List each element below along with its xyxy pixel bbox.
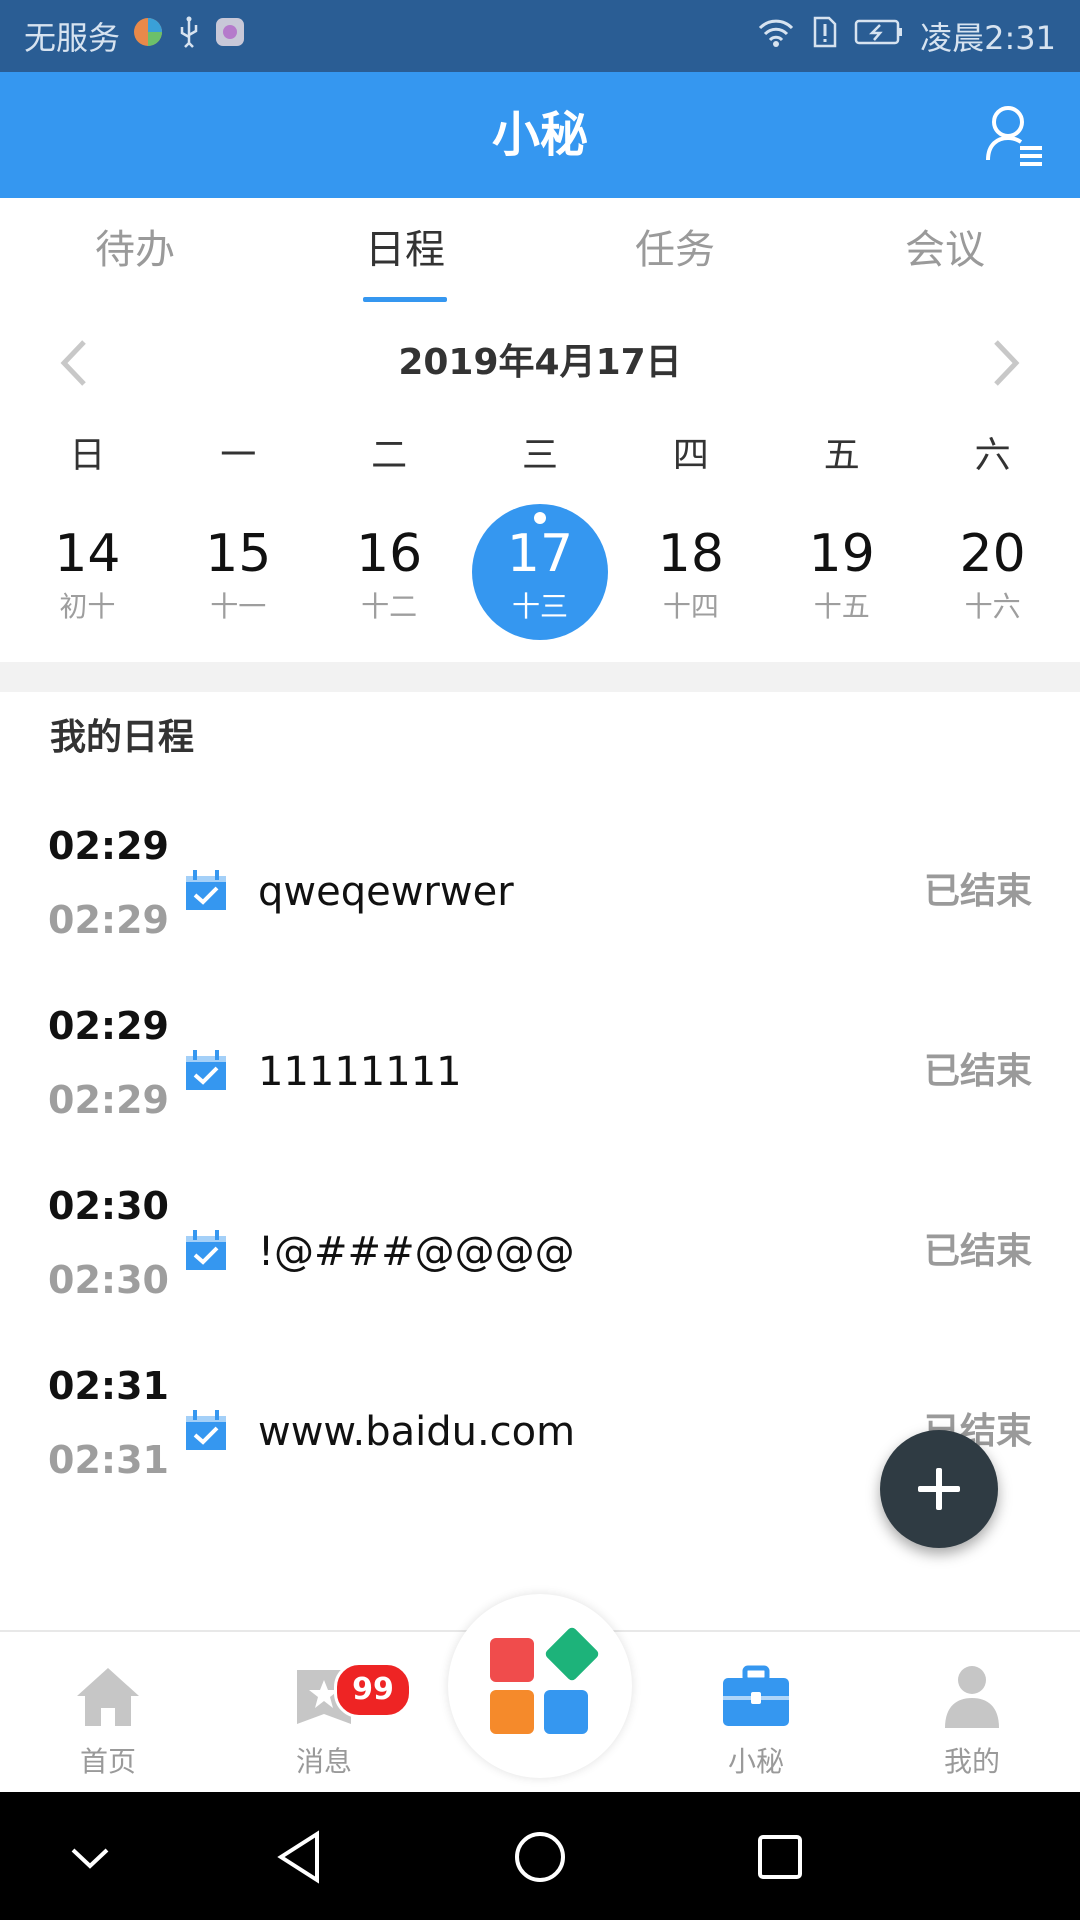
end-time: 02:29	[48, 898, 169, 942]
app-bar: 小秘	[0, 72, 1080, 198]
chevron-left-icon[interactable]	[50, 336, 104, 390]
lunar-date: 十五	[813, 590, 870, 623]
back-icon[interactable]	[265, 1822, 335, 1892]
calendar-header: 2019年4月17日	[0, 330, 1080, 396]
tab-bar: 待办 日程 任务 会议	[0, 198, 1080, 302]
day-cell-19[interactable]: 19 十五	[766, 500, 917, 648]
calendar-check-icon	[184, 1410, 228, 1452]
system-nav-bar	[0, 1792, 1080, 1920]
apps-grid-icon	[490, 1627, 599, 1734]
calendar-check-icon	[184, 1050, 228, 1092]
nav-home[interactable]: 首页	[0, 1632, 216, 1794]
browser-app-icon	[132, 16, 164, 56]
section-divider	[0, 662, 1080, 692]
lunar-date: 初十	[59, 590, 116, 623]
tab-tasks[interactable]: 任务	[540, 198, 810, 302]
day-cell-18[interactable]: 18 十四	[615, 500, 766, 648]
day-cell-15[interactable]: 15 十一	[163, 500, 314, 648]
wifi-icon	[756, 16, 796, 56]
lunar-date: 十一	[210, 590, 267, 623]
weekday-label: 日	[69, 435, 106, 476]
nav-label: 消息	[295, 1745, 352, 1778]
sim-alert-icon	[812, 15, 838, 57]
end-time: 02:29	[48, 1078, 169, 1122]
day-number: 15	[205, 524, 272, 584]
schedule-title: www.baidu.com	[258, 1409, 576, 1455]
usb-icon	[176, 15, 202, 57]
user-menu-icon[interactable]	[984, 104, 1044, 168]
nav-messages[interactable]: 99 消息	[216, 1632, 432, 1794]
day-number: 19	[808, 524, 875, 584]
week-days-row: 14 初十 15 十一 16 十二 17 十三 18 十四 19 十五 20 十…	[0, 500, 1080, 648]
day-number: 14	[54, 524, 121, 584]
day-number: 18	[657, 524, 724, 584]
carrier-text: 无服务	[24, 19, 121, 57]
page-title: 小秘	[491, 107, 588, 163]
status-time: 凌晨2:31	[920, 19, 1056, 57]
schedule-item[interactable]: 02:30 02:30 !@###@@@@ 已结束	[0, 1170, 1080, 1350]
weekday-label: 五	[823, 435, 860, 476]
weekday-label: 六	[974, 435, 1011, 476]
day-cell-20[interactable]: 20 十六	[917, 500, 1068, 648]
schedule-item[interactable]: 02:29 02:29 11111111 已结束	[0, 990, 1080, 1170]
end-time: 02:30	[48, 1258, 169, 1302]
briefcase-icon	[721, 1662, 791, 1732]
tab-meetings[interactable]: 会议	[810, 198, 1080, 302]
schedule-title: qweqewrwer	[258, 869, 514, 915]
status-label: 已结束	[923, 871, 1032, 912]
calendar-date-title: 2019年4月17日	[398, 342, 682, 383]
recents-icon[interactable]	[745, 1822, 815, 1892]
nav-profile[interactable]: 我的	[864, 1632, 1080, 1794]
weekday-label: 四	[672, 435, 709, 476]
start-time: 02:29	[48, 1004, 169, 1048]
status-label: 已结束	[923, 1051, 1032, 1092]
chevron-right-icon[interactable]	[976, 336, 1030, 390]
start-time: 02:31	[48, 1364, 169, 1408]
start-time: 02:30	[48, 1184, 169, 1228]
weekday-label: 一	[220, 435, 257, 476]
app-notification-icon	[214, 16, 246, 56]
day-number: 17	[506, 524, 574, 584]
lunar-date: 十三	[512, 590, 569, 623]
day-cell-17-selected[interactable]: 17 十三	[465, 500, 616, 648]
lunar-date: 十二	[361, 590, 418, 623]
nav-label: 首页	[79, 1745, 136, 1778]
home-circle-icon[interactable]	[505, 1822, 575, 1892]
battery-icon	[854, 17, 904, 55]
status-label: 已结束	[923, 1231, 1032, 1272]
home-icon	[73, 1662, 143, 1732]
end-time: 02:31	[48, 1438, 169, 1482]
day-number: 20	[959, 524, 1026, 584]
calendar-check-icon	[184, 870, 228, 912]
day-cell-14[interactable]: 14 初十	[12, 500, 163, 648]
status-bar: 无服务 凌晨2:31	[0, 0, 1080, 72]
tab-schedule[interactable]: 日程	[270, 198, 540, 302]
schedule-item[interactable]: 02:29 02:29 qweqewrwer 已结束	[0, 810, 1080, 990]
add-schedule-button[interactable]	[880, 1430, 998, 1548]
nav-label: 我的	[943, 1745, 1000, 1778]
day-number: 16	[356, 524, 423, 584]
nav-label: 小秘	[727, 1745, 784, 1778]
chevron-down-icon[interactable]	[55, 1822, 125, 1892]
schedule-title: !@###@@@@	[258, 1229, 575, 1275]
event-dot	[534, 512, 546, 524]
tab-todo[interactable]: 待办	[0, 198, 270, 302]
profile-icon	[937, 1662, 1007, 1732]
schedule-title: 11111111	[258, 1049, 462, 1095]
weekday-label: 三	[522, 435, 559, 476]
unread-badge: 99	[334, 1662, 412, 1718]
calendar-check-icon	[184, 1230, 228, 1272]
day-cell-16[interactable]: 16 十二	[314, 500, 465, 648]
weekday-header: 日 一 二 三 四 五 六	[0, 428, 1080, 484]
weekday-label: 二	[371, 435, 408, 476]
nav-assistant[interactable]: 小秘	[648, 1632, 864, 1794]
start-time: 02:29	[48, 824, 169, 868]
lunar-date: 十四	[662, 590, 719, 623]
section-title: 我的日程	[50, 717, 195, 758]
apps-center-button[interactable]	[448, 1594, 632, 1778]
lunar-date: 十六	[964, 590, 1021, 623]
